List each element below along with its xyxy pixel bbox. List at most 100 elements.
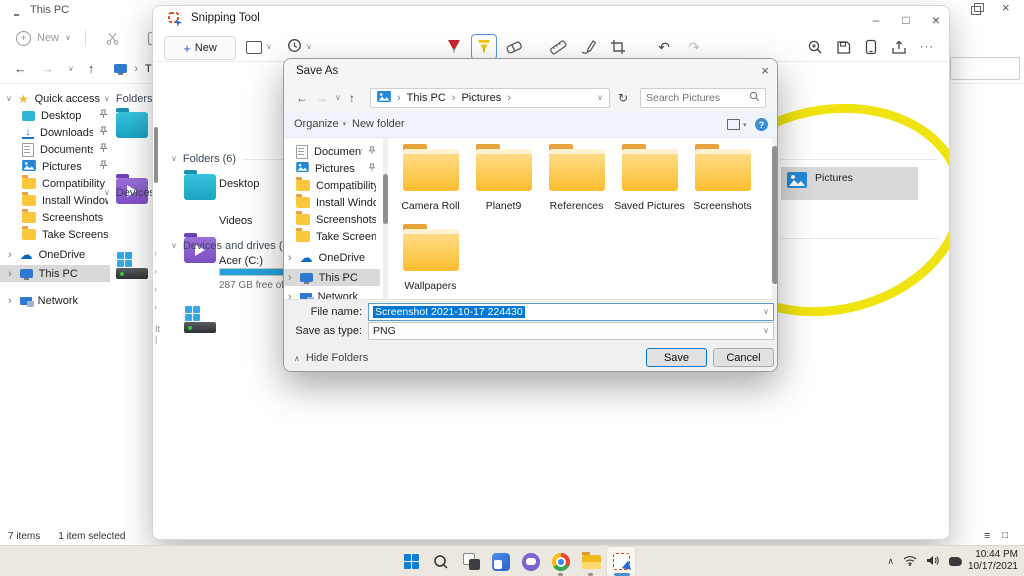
chrome-button[interactable]: [546, 546, 576, 576]
touch-writing-tool[interactable]: [575, 34, 601, 60]
folder-tile-wallpapers[interactable]: Wallpapers: [394, 222, 467, 302]
folder-tile-screenshots[interactable]: Screenshots: [686, 142, 759, 222]
new-folder-button[interactable]: New folder: [352, 118, 405, 130]
dialog-sidebar-install-windows[interactable]: Install Windows: [296, 194, 376, 211]
sidebar-item-onedrive[interactable]: › ☁ OneDrive: [6, 246, 106, 263]
eraser-tool[interactable]: [501, 34, 527, 60]
history-chevron-icon[interactable]: ∨: [68, 65, 74, 73]
share-icon[interactable]: [887, 34, 911, 60]
taskbar-search-button[interactable]: [426, 546, 456, 576]
breadcrumb-this-pc[interactable]: This PC: [407, 92, 446, 104]
chevron-down-icon[interactable]: ∨: [597, 94, 603, 102]
snipping-tool-button[interactable]: [606, 546, 636, 576]
sidebar-item-desktop[interactable]: Desktop: [22, 107, 108, 124]
taskbar-clock[interactable]: 10:44 PM 10/17/2021: [968, 549, 1018, 573]
up-icon[interactable]: ↑: [88, 61, 95, 76]
hide-folders-button[interactable]: ∧ Hide Folders: [294, 352, 368, 364]
history-chevron-icon[interactable]: ∨: [335, 94, 341, 102]
chevron-down-icon[interactable]: ∨: [763, 308, 769, 316]
folder-tile-saved-pictures[interactable]: Saved Pictures: [613, 142, 686, 222]
dialog-sidebar-this-pc[interactable]: › This PC: [284, 269, 380, 286]
start-button[interactable]: [396, 546, 426, 576]
views-button[interactable]: ▾: [727, 119, 747, 130]
minimize-icon[interactable]: –: [861, 13, 891, 27]
volume-icon[interactable]: [926, 555, 940, 569]
chevron-collapsed-icon[interactable]: ›: [286, 272, 294, 284]
chevron-down-icon[interactable]: ∨: [763, 327, 769, 335]
dialog-search-box[interactable]: [640, 88, 766, 108]
tray-chevron-up-icon[interactable]: ∧: [887, 556, 894, 567]
copy-icon[interactable]: [859, 34, 883, 60]
forward-icon[interactable]: →: [41, 61, 54, 76]
chevron-collapsed-icon[interactable]: ›: [286, 252, 294, 264]
zoom-icon[interactable]: [803, 34, 827, 60]
folder-tile-planet9[interactable]: Planet9: [467, 142, 540, 222]
save-icon[interactable]: [831, 34, 855, 60]
breadcrumb-pictures[interactable]: Pictures: [461, 92, 501, 104]
close-icon[interactable]: ×: [921, 12, 950, 28]
crop-tool[interactable]: [605, 34, 631, 60]
folder-tile-camera-roll[interactable]: Camera Roll: [394, 142, 467, 222]
sidebar-item-compatibility-mode[interactable]: Compatibility Mode: [22, 175, 108, 192]
dialog-sidebar-pictures[interactable]: Pictures: [296, 160, 376, 177]
explorer-new-button[interactable]: + New ∨: [16, 31, 71, 46]
list-view-icon[interactable]: ≡: [984, 530, 990, 542]
help-icon[interactable]: ?: [755, 118, 768, 131]
sidebar-item-screenshots[interactable]: Screenshots: [22, 209, 108, 226]
ruler-tool[interactable]: [545, 34, 571, 60]
chat-button[interactable]: [516, 546, 546, 576]
snip-new-button[interactable]: + New: [164, 36, 236, 60]
chevron-expanded-icon[interactable]: ∨: [6, 95, 12, 103]
drive-icon[interactable]: [116, 252, 148, 279]
explorer-close-button[interactable]: ×: [1002, 0, 1010, 15]
dialog-breadcrumb[interactable]: › This PC › Pictures › ∨: [370, 88, 610, 108]
save-type-dropdown[interactable]: PNG ∨: [368, 322, 774, 340]
dialog-sidebar-screenshots[interactable]: Screenshots: [296, 211, 376, 228]
input-device-icon[interactable]: [949, 557, 962, 566]
sidebar-item-take-screenshots[interactable]: Take Screenshots: [22, 226, 108, 243]
widgets-button[interactable]: [486, 546, 516, 576]
snip-delay-dropdown[interactable]: ∨: [287, 36, 312, 58]
sidebar-item-network[interactable]: › Network: [6, 292, 106, 309]
undo-icon[interactable]: ↶: [651, 34, 677, 60]
cut-icon[interactable]: [100, 25, 126, 51]
maximize-icon[interactable]: □: [891, 13, 921, 27]
sidebar-item-this-pc[interactable]: › This PC: [0, 265, 110, 282]
dialog-sidebar-compatibility[interactable]: Compatibility M: [296, 177, 376, 194]
back-icon[interactable]: ←: [14, 61, 27, 76]
dialog-sidebar-documents[interactable]: Documents: [296, 143, 376, 160]
sidebar-scrollbar-thumb[interactable]: [383, 174, 388, 224]
snip-mode-dropdown[interactable]: ∨: [246, 36, 272, 58]
sidebar-scrollbar-track[interactable]: [383, 138, 388, 299]
save-button[interactable]: Save: [646, 348, 707, 367]
ballpoint-pen-tool[interactable]: [441, 34, 467, 60]
chevron-collapsed-icon[interactable]: ›: [6, 268, 14, 280]
sidebar-item-install-windows-11[interactable]: Install Windows 11: [22, 192, 108, 209]
up-icon[interactable]: ↑: [349, 91, 355, 105]
chevron-collapsed-icon[interactable]: ›: [6, 249, 14, 261]
sidebar-item-documents[interactable]: Documents: [22, 141, 108, 158]
cancel-button[interactable]: Cancel: [713, 348, 774, 367]
wifi-icon[interactable]: [903, 555, 917, 569]
desktop-folder-icon[interactable]: [116, 112, 148, 138]
more-options-icon[interactable]: ···: [915, 34, 939, 60]
explorer-restore-button[interactable]: [968, 2, 984, 16]
redo-icon[interactable]: ↷: [681, 34, 707, 60]
dialog-sidebar-onedrive[interactable]: › ☁ OneDrive: [286, 249, 378, 266]
search-input[interactable]: [641, 92, 749, 104]
folder-tile-references[interactable]: References: [540, 142, 613, 222]
explorer-search-input[interactable]: [950, 57, 1020, 80]
sidebar-item-pictures[interactable]: Pictures: [22, 158, 108, 175]
file-explorer-button[interactable]: [576, 546, 606, 576]
back-icon[interactable]: ←: [296, 91, 308, 105]
highlighter-tool[interactable]: [471, 34, 497, 60]
icons-view-icon[interactable]: □: [1002, 530, 1008, 541]
file-name-input[interactable]: Screenshot 2021-10-17 224430 ∨: [368, 303, 774, 321]
filelist-scrollbar-thumb[interactable]: [772, 146, 778, 284]
task-view-button[interactable]: [456, 546, 486, 576]
filelist-scrollbar-track[interactable]: [772, 138, 778, 299]
close-icon[interactable]: ×: [761, 63, 769, 78]
dialog-sidebar-take-screenshots[interactable]: Take Screenshot: [296, 228, 376, 245]
forward-icon[interactable]: →: [316, 91, 328, 105]
chevron-collapsed-icon[interactable]: ›: [6, 295, 14, 307]
